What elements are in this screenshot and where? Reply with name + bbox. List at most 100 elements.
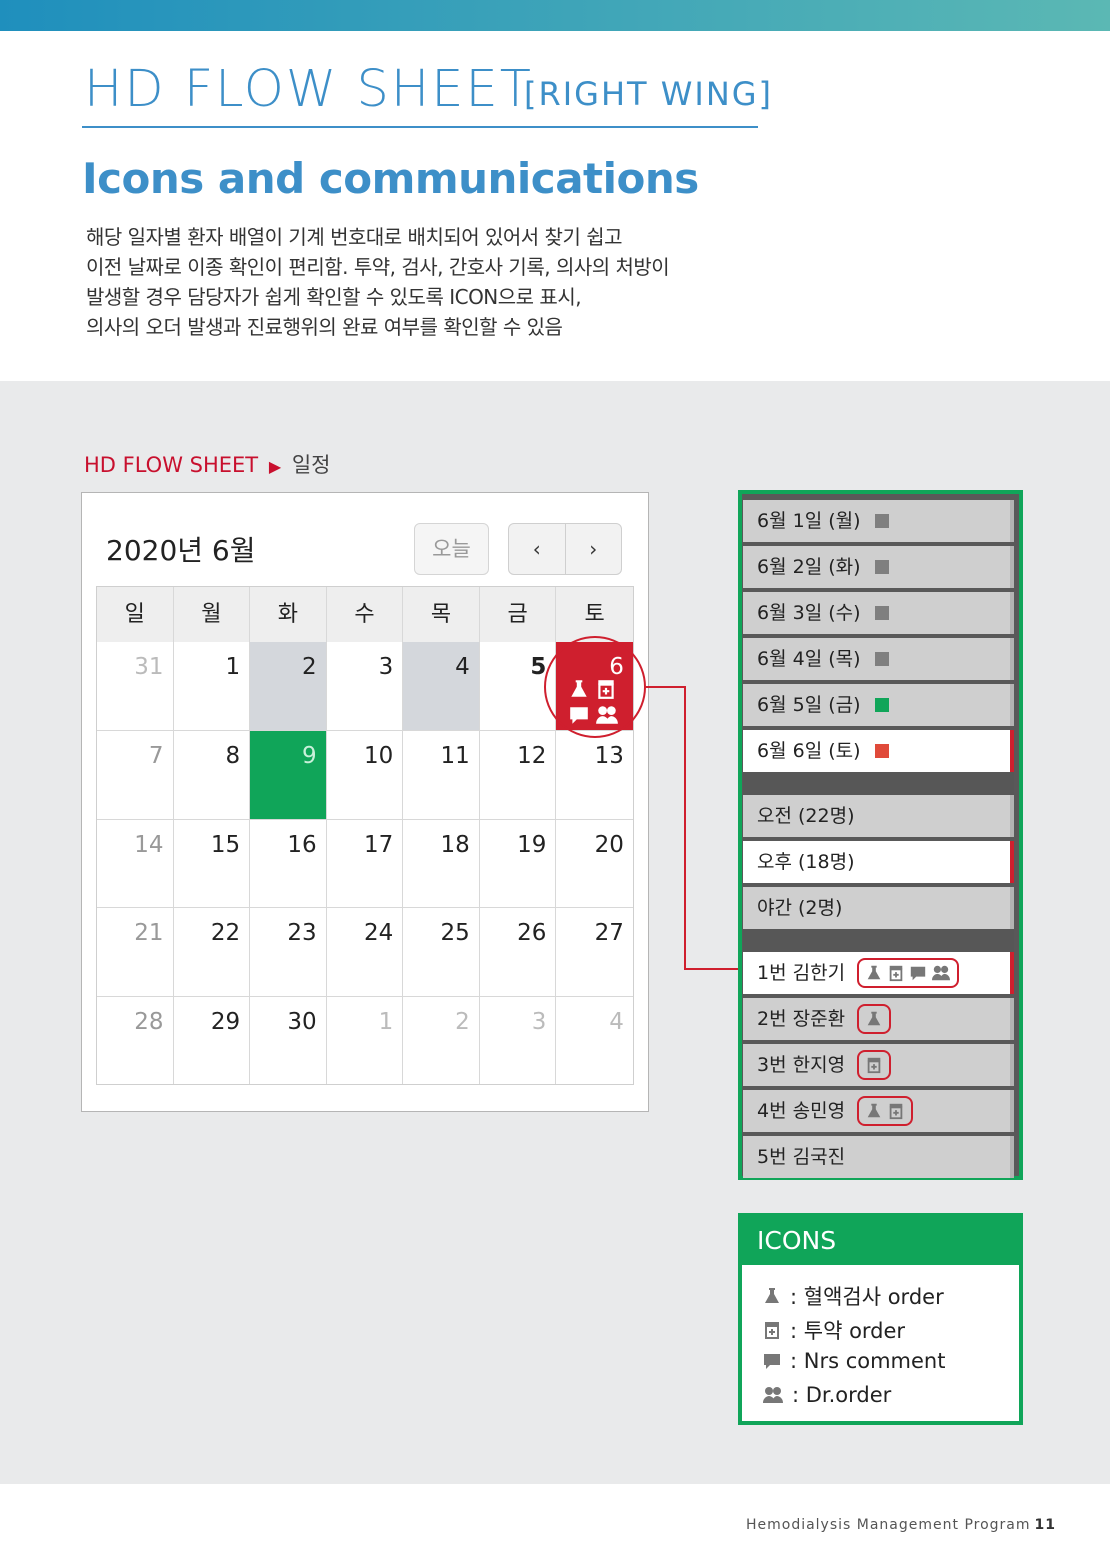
day-item[interactable]: 6월 1일 (월) [743, 500, 1014, 542]
day-number: 19 [517, 831, 547, 858]
day-item[interactable]: 6월 2일 (화) [743, 546, 1014, 588]
breadcrumb-current: 일정 [291, 453, 331, 477]
calendar-day[interactable]: 3 [480, 996, 557, 1084]
calendar-week: 21 22 23 24 25 26 27 [97, 907, 633, 996]
patient-item-selected[interactable]: 1번 김한기 [743, 952, 1014, 994]
day-number: 25 [440, 920, 470, 947]
calendar-day[interactable]: 18 [403, 819, 480, 908]
calendar-day-today[interactable]: 9 [250, 731, 327, 819]
calendar-week: 7 8 9 10 11 12 13 [97, 730, 633, 819]
calendar-day[interactable]: 2 [250, 642, 327, 731]
calendar-day[interactable]: 1 [174, 642, 251, 731]
day-number: 13 [594, 743, 624, 770]
calendar-day[interactable]: 4 [403, 642, 480, 731]
day-number: 15 [210, 831, 241, 858]
legend-text: : Dr.order [792, 1383, 892, 1407]
calendar-day[interactable]: 17 [327, 819, 404, 908]
patient-item[interactable]: 4번 송민영 [743, 1090, 1014, 1132]
medicine-icon [889, 965, 903, 982]
title-sub: [RIGHT WING] [524, 75, 774, 113]
calendar-week: 14 15 16 17 18 19 20 [97, 818, 633, 908]
calendar-day[interactable]: 23 [250, 908, 327, 996]
day-number: 29 [210, 1008, 241, 1035]
day-number: 2 [302, 654, 317, 680]
schedule-list: 6월 1일 (월) 6월 2일 (화) 6월 3일 (수) 6월 4일 (목) … [738, 490, 1023, 1180]
calendar-day[interactable]: 21 [97, 908, 174, 996]
calendar-day[interactable]: 30 [250, 996, 327, 1084]
day-number: 2 [455, 1008, 470, 1035]
calendar-day[interactable]: 28 [97, 996, 174, 1084]
top-gradient-bar [0, 0, 1110, 31]
day-number: 4 [609, 1008, 624, 1035]
patient-icons [857, 958, 959, 988]
day-item[interactable]: 6월 3일 (수) [743, 592, 1014, 634]
triangle-right-icon: ▶ [268, 457, 282, 476]
calendar-day[interactable]: 8 [174, 731, 251, 819]
shift-item[interactable]: 야간 (2명) [743, 887, 1014, 929]
day-item-selected[interactable]: 6월 6일 (토) [743, 730, 1014, 772]
day-number: 26 [517, 920, 547, 947]
calendar-day[interactable]: 15 [174, 819, 251, 908]
today-button[interactable]: 오늘 [414, 523, 489, 575]
patient-item[interactable]: 2번 장준환 [743, 998, 1014, 1040]
day-number: 18 [440, 831, 470, 858]
legend-text: : 혈액검사 order [790, 1285, 944, 1309]
day-item[interactable]: 6월 4일 (목) [743, 638, 1014, 680]
patient-icons [857, 1096, 913, 1126]
list-divider [743, 929, 1014, 953]
weekday-label: 월 [174, 587, 251, 642]
calendar-day[interactable]: 26 [480, 908, 557, 996]
calendar-day[interactable]: 19 [480, 819, 557, 908]
calendar-day[interactable]: 10 [327, 731, 404, 819]
calendar-day[interactable]: 2 [403, 996, 480, 1084]
day-number: 22 [210, 920, 241, 947]
medicine-icon [867, 1057, 881, 1074]
day-number: 9 [302, 743, 317, 770]
day-item[interactable]: 6월 5일 (금) [743, 684, 1014, 726]
doctor-icon [932, 965, 950, 981]
page-title: HD FLOW SHEET [RIGHT WING] [82, 60, 771, 128]
calendar-day[interactable]: 31 [97, 642, 174, 731]
calendar-day[interactable]: 24 [327, 908, 404, 996]
weekday-label: 토 [584, 602, 605, 627]
doctor-icon [763, 1387, 783, 1403]
calendar-day[interactable]: 16 [250, 819, 327, 908]
weekday-header: 일 월 화 수 목 금 토 [97, 587, 633, 642]
calendar-day[interactable]: 27 [556, 908, 633, 995]
patient-name: 2번 장준환 [757, 1008, 846, 1030]
calendar-day[interactable]: 7 [97, 731, 174, 819]
page-number: 11 [1034, 1517, 1056, 1533]
calendar-day[interactable]: 12 [480, 731, 557, 819]
description: 해당 일자별 환자 배열이 기계 번호대로 배치되어 있어서 찾기 쉽고 이전 … [86, 222, 806, 342]
connector-line [646, 686, 686, 688]
patient-item[interactable]: 5번 김국진 [743, 1136, 1014, 1178]
next-month-button[interactable]: › [564, 524, 622, 574]
calendar-day[interactable]: 14 [97, 819, 174, 908]
calendar-day[interactable]: 22 [174, 908, 251, 996]
calendar-day[interactable]: 4 [556, 997, 633, 1084]
day-number: 17 [363, 831, 394, 858]
day-number: 10 [363, 743, 394, 770]
day-label: 6월 5일 (금) [757, 694, 861, 716]
patient-icons [857, 1050, 891, 1080]
calendar-title: 2020년 6월 [106, 534, 256, 567]
status-square [874, 560, 889, 574]
calendar-day[interactable]: 29 [174, 996, 251, 1084]
prev-month-button[interactable]: ‹ [509, 524, 565, 574]
day-label: 6월 4일 (목) [757, 648, 861, 670]
calendar-day[interactable]: 20 [556, 820, 633, 907]
calendar-day[interactable]: 25 [403, 908, 480, 996]
patient-name: 4번 송민영 [757, 1100, 846, 1122]
day-label: 6월 2일 (화) [757, 556, 861, 578]
calendar-day[interactable]: 13 [556, 731, 633, 818]
legend-text: : Nrs comment [790, 1349, 946, 1373]
desc-line: 해당 일자별 환자 배열이 기계 번호대로 배치되어 있어서 찾기 쉽고 [86, 225, 623, 249]
calendar-day[interactable]: 3 [327, 642, 404, 731]
patient-item[interactable]: 3번 한지영 [743, 1044, 1014, 1086]
shift-item-selected[interactable]: 오후 (18명) [743, 841, 1014, 883]
calendar-day[interactable]: 11 [403, 731, 480, 819]
calendar-day[interactable]: 1 [327, 996, 404, 1084]
patient-name: 5번 김국진 [757, 1146, 846, 1168]
shift-item[interactable]: 오전 (22명) [743, 795, 1014, 837]
day-number: 31 [134, 654, 164, 680]
